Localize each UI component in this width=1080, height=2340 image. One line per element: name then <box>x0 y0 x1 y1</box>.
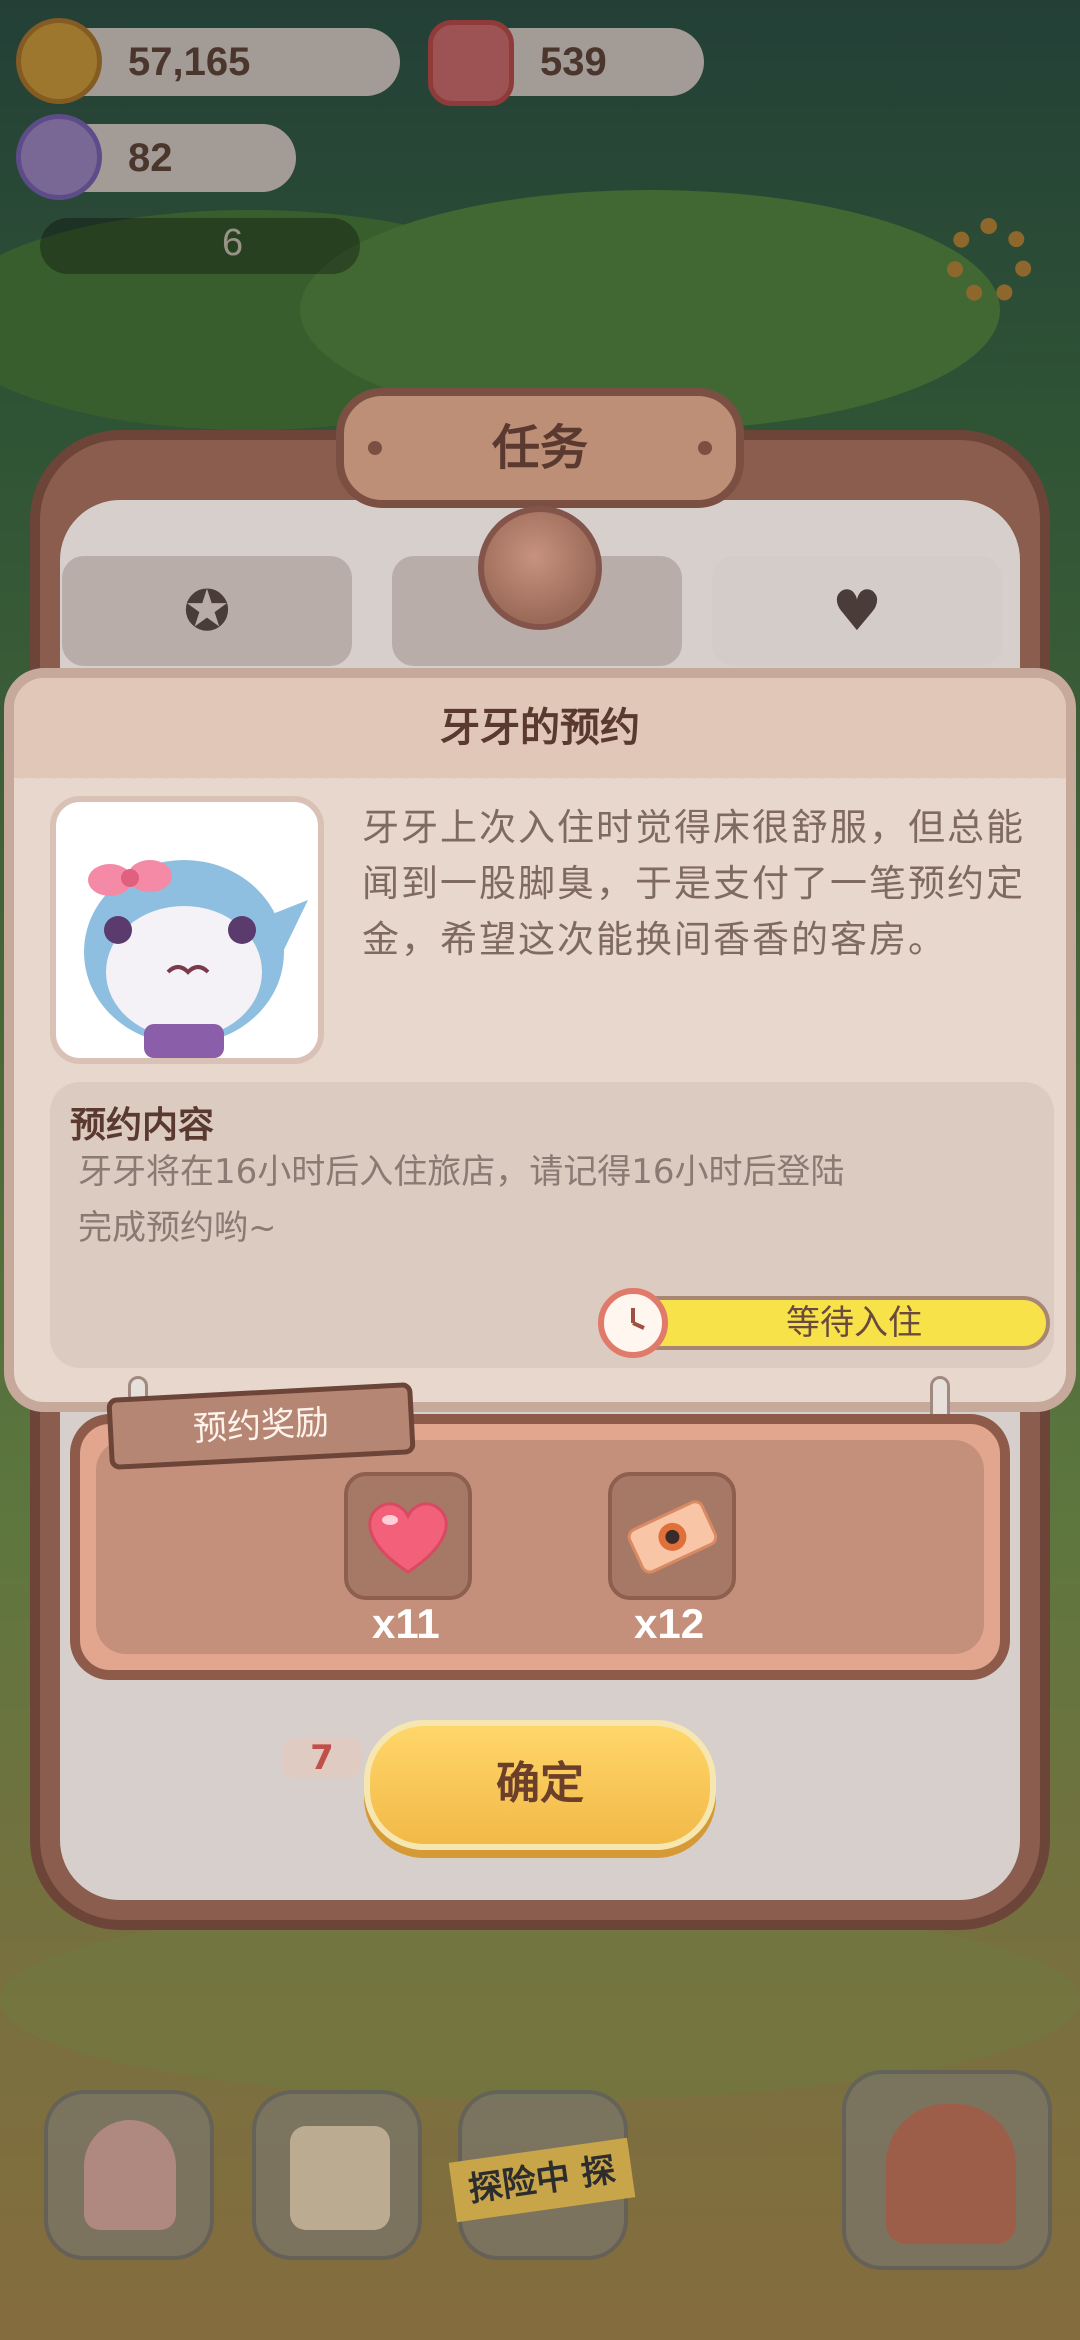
shark-guest-icon <box>84 860 308 1058</box>
plaque-rivet-icon <box>698 441 712 455</box>
reward-panel-inner <box>96 1440 984 1654</box>
task-title: 任务 <box>491 420 588 476</box>
background-badge-number: 7 <box>310 1738 334 1778</box>
reward-label: 预约奖励 <box>192 1402 330 1450</box>
confirm-label: 确定 <box>496 1758 584 1809</box>
reservation-title: 牙牙的预约 <box>440 705 640 751</box>
clock-icon <box>598 1288 668 1358</box>
notebook-heart-icon <box>290 2126 390 2230</box>
confirm-button[interactable]: 确定 <box>364 1720 716 1850</box>
waiting-status-label: 等待入住 <box>786 1303 922 1343</box>
nav-diary-button[interactable] <box>252 2090 422 2260</box>
nav-circus-button[interactable] <box>842 2070 1052 2270</box>
reservation-content-box: 预约内容 牙牙将在16小时后入住旅店，请记得16小时后登陆完成预约哟~ 等待入住 <box>50 1082 1054 1368</box>
reward-slot-ticket[interactable] <box>608 1472 736 1600</box>
waiting-status-bar: 等待入住 <box>618 1296 1050 1350</box>
hanger-knob-icon <box>478 506 602 630</box>
content-label: 预约内容 <box>70 1105 215 1146</box>
reservation-description: 牙牙上次入住时觉得床很舒服，但总能闻到一股脚臭，于是支付了一笔预约定金，希望这次… <box>362 806 1025 961</box>
ticket-icon <box>627 1500 718 1574</box>
mushroom-house-icon <box>84 2120 176 2230</box>
circus-tent-icon <box>886 2104 1016 2244</box>
tab-achievement[interactable]: ✪ <box>62 556 352 666</box>
heart-icon <box>368 1502 448 1574</box>
reservation-header: 牙牙的预约 <box>14 678 1066 786</box>
tab-reservation[interactable]: ♥ <box>712 556 1002 666</box>
badge-icon: ✪ <box>183 578 231 644</box>
content-text: 牙牙将在16小时后入住旅店，请记得16小时后登陆完成预约哟~ <box>78 1152 845 1248</box>
background-badge: 7 <box>282 1738 362 1778</box>
reward-count-ticket: x12 <box>634 1600 705 1647</box>
nav-hotel-button[interactable] <box>44 2090 214 2260</box>
task-title-plaque: 任务 <box>336 388 744 508</box>
guest-portrait <box>50 796 324 1064</box>
plaque-rivet-icon <box>368 441 382 455</box>
reward-count-heart: x11 <box>372 1600 440 1647</box>
reservation-card: 牙牙的预约 牙牙上次入住时觉得床很舒服，但总能闻到一股脚臭，于是支付了一笔预约定… <box>4 668 1076 1412</box>
flower-heart-icon: ♥ <box>831 578 883 644</box>
reward-slot-heart[interactable] <box>344 1472 472 1600</box>
